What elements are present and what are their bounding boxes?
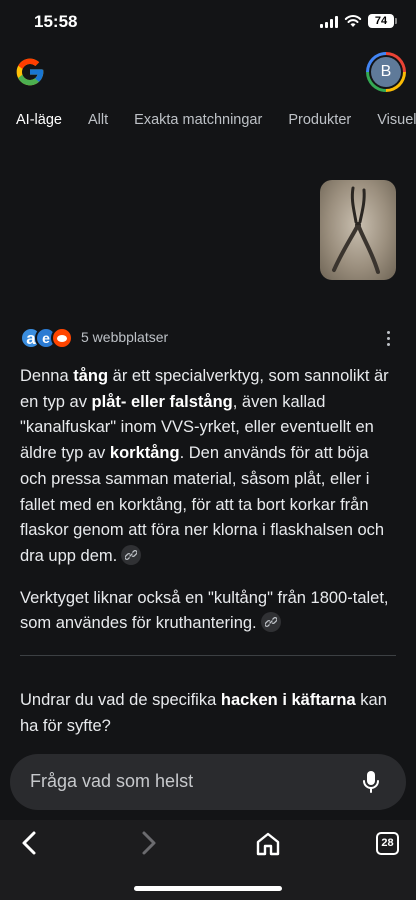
ai-answer: Denna tång är ett specialverktyg, som sa… <box>20 364 396 637</box>
ask-input[interactable]: Fråga vad som helst <box>10 754 406 810</box>
google-g-icon[interactable] <box>14 56 46 88</box>
tab-visual[interactable]: Visuella <box>377 112 416 128</box>
source-favicons: a e <box>20 327 76 349</box>
sources-row[interactable]: a e 5 webbplatser <box>20 326 396 350</box>
followup-suggestion[interactable]: Undrar du vad de specifika hacken i käft… <box>20 688 396 739</box>
sources-count: 5 webbplatser <box>81 329 169 345</box>
status-time: 15:58 <box>34 12 78 31</box>
pliers-illustration <box>332 186 380 274</box>
source-link-icon[interactable] <box>260 611 281 632</box>
search-tabs: AI-läge Allt Exakta matchningar Produkte… <box>16 112 416 138</box>
mic-icon[interactable] <box>362 770 380 794</box>
account-avatar-button[interactable]: B <box>366 52 406 92</box>
tabs-count-button[interactable]: 28 <box>376 832 399 855</box>
tab-all[interactable]: Allt <box>88 112 108 128</box>
answer-paragraph-1: Denna tång är ett specialverktyg, som sa… <box>20 367 389 565</box>
home-indicator <box>134 886 282 891</box>
tab-ai-mode[interactable]: AI-läge <box>16 112 62 128</box>
tab-products[interactable]: Produkter <box>288 112 351 128</box>
battery-icon: 74 <box>368 14 397 28</box>
ask-placeholder: Fråga vad som helst <box>30 771 194 791</box>
browser-toolbar: 28 <box>0 820 416 900</box>
avatar: B <box>371 57 401 87</box>
query-image-pliers[interactable] <box>320 180 396 280</box>
answer-paragraph-2: Verktyget liknar också en "kultång" från… <box>20 588 389 633</box>
divider <box>20 655 396 656</box>
home-icon[interactable] <box>255 831 281 857</box>
reddit-icon <box>51 327 73 349</box>
forward-icon[interactable] <box>136 830 160 856</box>
wifi-icon <box>344 15 362 27</box>
tab-exact-matches[interactable]: Exakta matchningar <box>134 112 262 128</box>
back-icon[interactable] <box>18 830 42 856</box>
more-vert-icon[interactable] <box>380 328 396 348</box>
status-bar: 15:58 74 <box>0 0 416 44</box>
source-link-icon[interactable] <box>121 544 142 565</box>
signal-icon <box>320 16 340 28</box>
